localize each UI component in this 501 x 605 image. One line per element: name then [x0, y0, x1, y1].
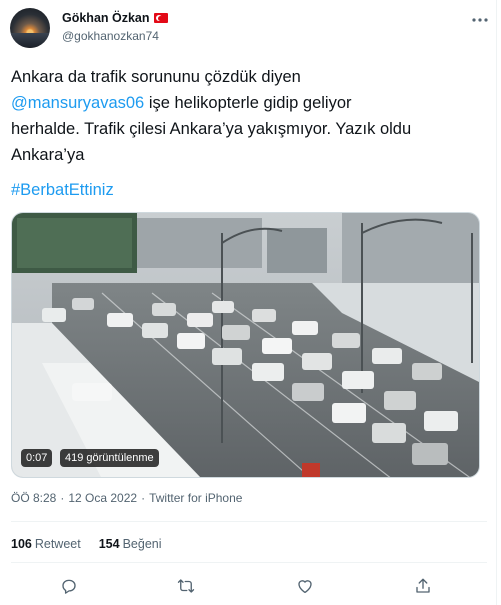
video-views-badge: 419 görüntülenme	[60, 449, 159, 467]
likes-label: Beğeni	[122, 537, 162, 551]
more-options-button[interactable]	[470, 10, 490, 30]
likes-stat[interactable]: 154 Beğeni	[99, 537, 162, 551]
tweet-text-line: herhalde. Trafik çilesi Ankara’ya yakışm…	[11, 120, 412, 138]
heart-icon	[298, 580, 312, 594]
video-duration-badge: 0:07	[21, 449, 53, 467]
tweet-text-fragment: işe helikopterle gidip geliyor	[144, 94, 352, 112]
meta-separator: ·	[141, 491, 146, 505]
tweet-text: Ankara da trafik sorununu çözdük diyen @…	[11, 64, 487, 168]
tweet-text-line: @mansuryavas06 işe helikopterle gidip ge…	[11, 90, 487, 116]
tweet-header: Gökhan Özkan @gokhanozkan74	[10, 8, 490, 52]
divider	[11, 562, 487, 563]
likes-count: 154	[98, 537, 120, 551]
retweets-label: Retweet	[34, 537, 81, 551]
author-display-name[interactable]: Gökhan Özkan	[62, 11, 150, 25]
meta-separator: ·	[60, 491, 65, 505]
retweet-icon	[177, 579, 195, 593]
divider	[11, 521, 487, 522]
tweet-text-line: Ankara da trafik sorununu çözdük diyen	[11, 68, 301, 86]
reply-icon	[62, 579, 76, 594]
retweet-button[interactable]	[172, 572, 200, 600]
tweet-stats: 106 Retweet 154 Beğeni	[11, 537, 162, 551]
retweets-count: 106	[11, 537, 32, 551]
more-horizontal-icon	[472, 18, 488, 22]
hashtag-row: #BerbatEttiniz	[11, 179, 114, 201]
avatar[interactable]	[10, 8, 50, 48]
reply-button[interactable]	[55, 572, 83, 600]
hashtag-link[interactable]: #BerbatEttiniz	[11, 181, 114, 199]
like-button[interactable]	[291, 572, 319, 600]
turkey-flag-icon	[153, 13, 168, 23]
mention-link[interactable]: @mansuryavas06	[11, 94, 144, 112]
tweet-date[interactable]: 12 Oca 2022	[68, 491, 137, 505]
tweet-meta: ÖÖ 8:28 · 12 Oca 2022 · Twitter for iPho…	[11, 491, 242, 505]
tweet-actions	[11, 572, 487, 600]
video-player[interactable]: 0:07 419 görüntülenme	[11, 212, 480, 478]
author-handle[interactable]: @gokhanozkan74	[62, 29, 159, 43]
retweets-stat[interactable]: 106 Retweet	[11, 537, 81, 551]
tweet-text-line: Ankara’ya	[11, 146, 85, 164]
tweet-source[interactable]: Twitter for iPhone	[149, 491, 242, 505]
share-icon	[416, 578, 430, 593]
tweet-card: Gökhan Özkan @gokhanozkan74 Ankara da tr…	[0, 0, 497, 605]
author-name-row[interactable]: Gökhan Özkan	[62, 11, 168, 25]
tweet-time[interactable]: ÖÖ 8:28	[11, 491, 56, 505]
share-button[interactable]	[409, 572, 437, 600]
video-frame	[12, 213, 479, 477]
